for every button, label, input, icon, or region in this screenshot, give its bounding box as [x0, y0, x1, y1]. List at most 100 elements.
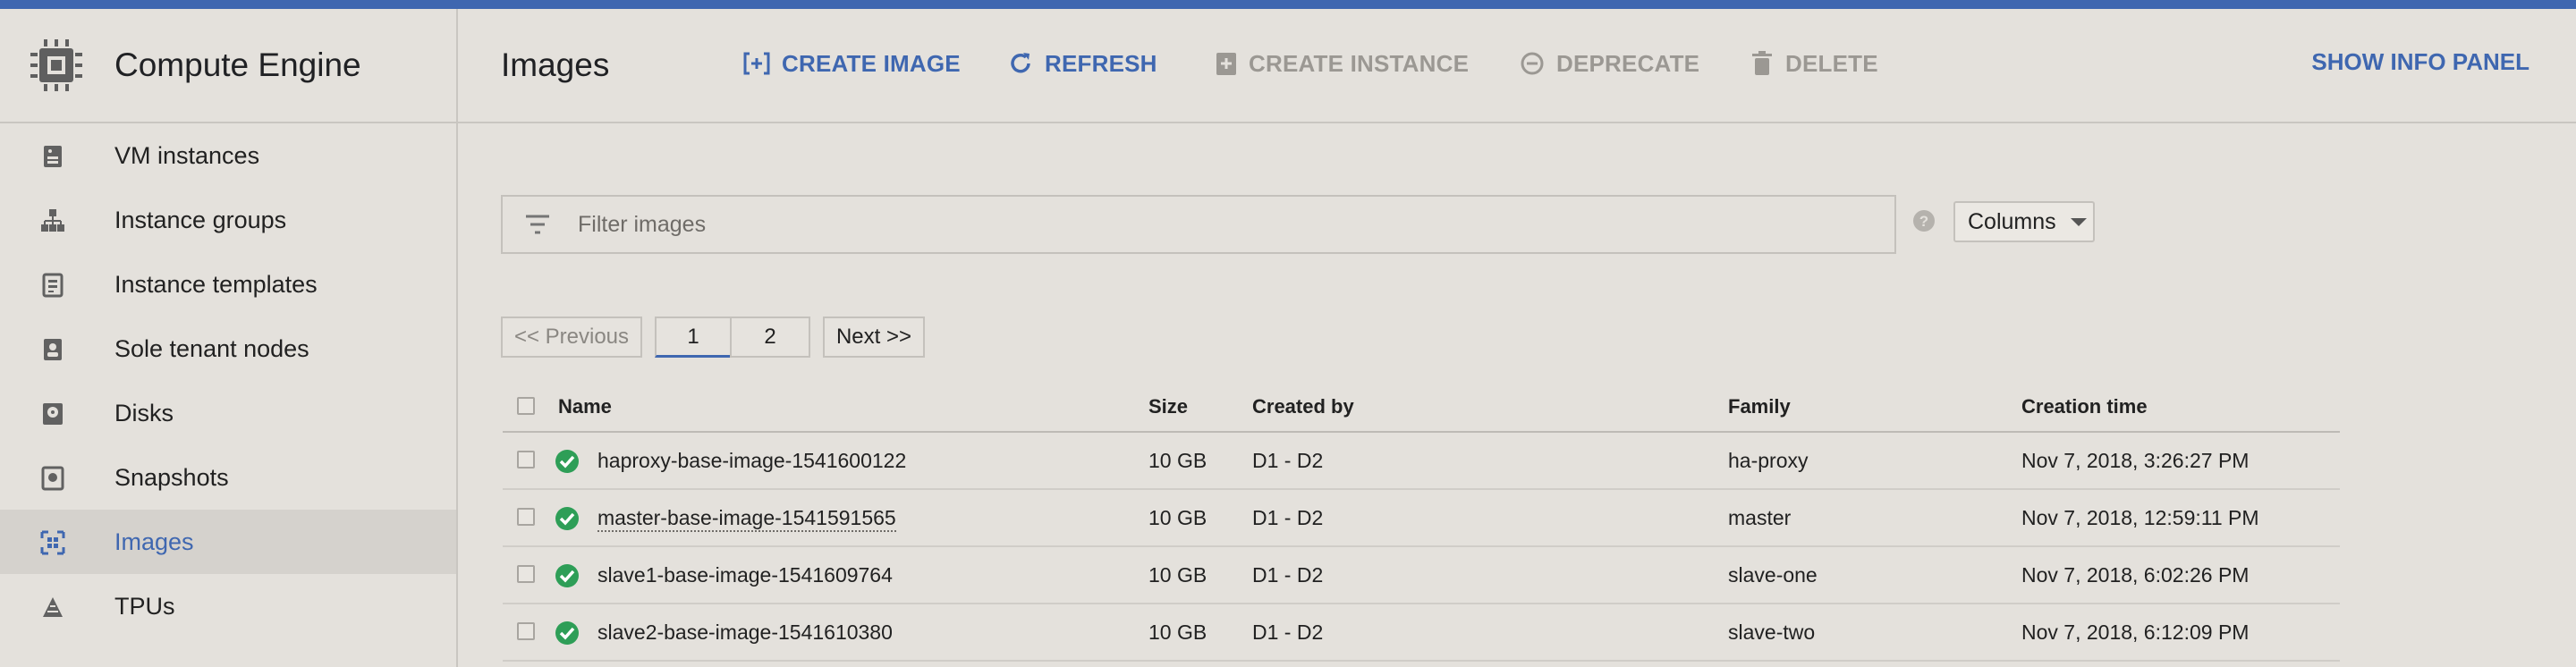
- sidebar-nav: VM instances Instance groups Instance te…: [0, 123, 456, 638]
- creation-time-cell: Nov 7, 2018, 6:02:26 PM: [2021, 563, 2250, 587]
- creation-time-cell: Nov 7, 2018, 6:12:09 PM: [2021, 621, 2250, 644]
- create-instance-icon: [1216, 53, 1236, 75]
- creation-time-cell: Nov 7, 2018, 12:59:11 PM: [2021, 506, 2259, 529]
- sidebar-item-label: Snapshots: [114, 464, 229, 491]
- check-circle-icon: [555, 564, 579, 587]
- table-row: haproxy-base-image-1541600122 10 GB D1 -…: [503, 433, 2340, 490]
- top-accent-bar: [0, 0, 2576, 9]
- column-header-size[interactable]: Size: [1148, 395, 1188, 418]
- sidebar-item-tpus[interactable]: TPUs: [0, 574, 456, 638]
- table-row: slave1-base-image-1541609764 10 GB D1 - …: [503, 547, 2340, 604]
- family-cell: ha-proxy: [1728, 449, 1809, 472]
- sole-tenant-icon: [44, 339, 62, 360]
- check-circle-icon: [555, 507, 579, 530]
- images-table: Name Size Created by Family Creation tim…: [503, 384, 2340, 662]
- sidebar: Compute Engine VM instances Instance gro…: [0, 9, 458, 667]
- sidebar-header: Compute Engine: [0, 9, 456, 123]
- sidebar-item-label: TPUs: [114, 593, 175, 620]
- sidebar-item-snapshots[interactable]: Snapshots: [0, 445, 456, 510]
- columns-label: Columns: [1968, 208, 2056, 234]
- show-info-panel-button[interactable]: SHOW INFO PANEL: [2311, 48, 2529, 76]
- sidebar-item-images[interactable]: Images: [0, 510, 456, 574]
- create-instance-button[interactable]: CREATE INSTANCE: [1215, 48, 1469, 79]
- family-cell: slave-two: [1728, 621, 1816, 644]
- sidebar-item-instance-templates[interactable]: Instance templates: [0, 252, 456, 317]
- created-by-cell: D1 - D2: [1252, 449, 1324, 472]
- snapshot-icon: [41, 466, 64, 491]
- column-header-created-by[interactable]: Created by: [1252, 395, 1354, 418]
- delete-button[interactable]: DELETE: [1750, 48, 1878, 79]
- column-header-name[interactable]: Name: [558, 395, 612, 418]
- page-1-button[interactable]: 1: [655, 317, 732, 358]
- refresh-icon: [1011, 53, 1030, 73]
- creation-time-cell: Nov 7, 2018, 3:26:27 PM: [2021, 449, 2250, 472]
- deprecate-icon: [1521, 52, 1544, 75]
- deprecate-button[interactable]: DEPRECATE: [1519, 48, 1699, 79]
- row-checkbox[interactable]: [517, 622, 535, 640]
- size-cell: 10 GB: [1148, 621, 1208, 644]
- created-by-cell: D1 - D2: [1252, 506, 1324, 529]
- family-cell: slave-one: [1728, 563, 1818, 587]
- created-by-cell: D1 - D2: [1252, 621, 1324, 644]
- chip-icon: [30, 39, 82, 91]
- sidebar-item-vm-instances[interactable]: VM instances: [0, 123, 456, 188]
- refresh-button[interactable]: REFRESH: [1007, 48, 1157, 79]
- sidebar-item-label: VM instances: [114, 142, 260, 169]
- chevron-down-icon: [2070, 217, 2087, 226]
- filter-icon: [526, 215, 549, 234]
- create-instance-label: CREATE INSTANCE: [1249, 49, 1470, 77]
- select-all-checkbox[interactable]: [517, 397, 535, 415]
- sidebar-item-label: Disks: [114, 400, 174, 426]
- page-header: Images CREATE IMAGE REFRESH CREATE INSTA…: [458, 9, 2576, 123]
- column-header-creation-time[interactable]: Creation time: [2021, 395, 2148, 418]
- family-cell: master: [1728, 506, 1792, 529]
- size-cell: 10 GB: [1148, 563, 1208, 587]
- table-row: slave2-base-image-1541610380 10 GB D1 - …: [503, 604, 2340, 662]
- delete-label: DELETE: [1785, 49, 1878, 77]
- sidebar-item-label: Sole tenant nodes: [114, 335, 309, 362]
- size-cell: 10 GB: [1148, 506, 1208, 529]
- filter-input[interactable]: [578, 197, 1830, 252]
- check-circle-icon: [555, 621, 579, 645]
- next-page-button[interactable]: Next >>: [823, 317, 925, 358]
- filter-bar: [501, 195, 1896, 254]
- row-checkbox[interactable]: [517, 565, 535, 583]
- sidebar-item-sole-tenant-nodes[interactable]: Sole tenant nodes: [0, 317, 456, 381]
- sidebar-item-label: Images: [114, 528, 194, 555]
- instance-template-icon: [42, 273, 64, 298]
- refresh-label: REFRESH: [1045, 49, 1157, 77]
- deprecate-label: DEPRECATE: [1556, 49, 1700, 77]
- column-header-family[interactable]: Family: [1728, 395, 1791, 418]
- row-checkbox[interactable]: [517, 508, 535, 526]
- tpu-icon: [43, 597, 63, 617]
- row-checkbox[interactable]: [517, 451, 535, 469]
- sidebar-item-disks[interactable]: Disks: [0, 381, 456, 445]
- page-title: Images: [501, 46, 610, 83]
- image-name-link[interactable]: slave2-base-image-1541610380: [597, 621, 893, 645]
- sidebar-item-label: Instance templates: [114, 271, 318, 298]
- page-2-button[interactable]: 2: [730, 317, 810, 358]
- product-title: Compute Engine: [114, 46, 361, 83]
- help-icon[interactable]: ?: [1912, 209, 1936, 232]
- sidebar-item-instance-groups[interactable]: Instance groups: [0, 188, 456, 252]
- create-image-label: CREATE IMAGE: [782, 49, 961, 77]
- images-icon: [40, 530, 65, 555]
- created-by-cell: D1 - D2: [1252, 563, 1324, 587]
- image-name-link[interactable]: haproxy-base-image-1541600122: [597, 449, 906, 473]
- disk-icon: [43, 403, 63, 425]
- create-image-icon: [743, 52, 770, 75]
- table-header: Name Size Created by Family Creation tim…: [503, 384, 2340, 433]
- instance-groups-icon: [41, 209, 64, 232]
- image-name-link[interactable]: master-base-image-1541591565: [597, 506, 896, 532]
- image-name-text[interactable]: master-base-image-1541591565: [597, 506, 896, 532]
- create-image-button[interactable]: CREATE IMAGE: [742, 48, 961, 79]
- columns-dropdown[interactable]: Columns: [1953, 201, 2095, 242]
- previous-page-button[interactable]: << Previous: [501, 317, 642, 358]
- sidebar-item-label: Instance groups: [114, 207, 287, 233]
- size-cell: 10 GB: [1148, 449, 1208, 472]
- image-name-link[interactable]: slave1-base-image-1541609764: [597, 563, 893, 587]
- check-circle-icon: [555, 450, 579, 473]
- vm-instance-icon: [44, 146, 62, 167]
- delete-icon: [1752, 51, 1772, 75]
- table-row: master-base-image-1541591565 10 GB D1 - …: [503, 490, 2340, 547]
